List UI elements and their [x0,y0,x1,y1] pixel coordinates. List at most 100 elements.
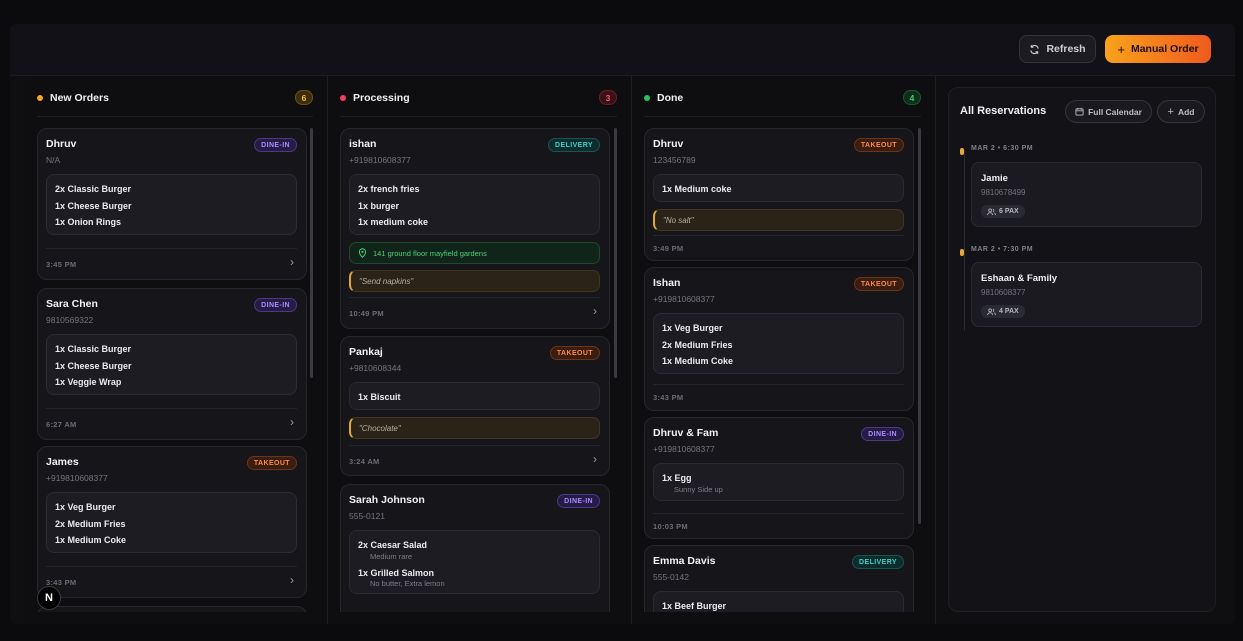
items-box: 1x Biscuit [349,382,600,410]
order-type-badge: DELIVERY [852,555,904,569]
order-list: Dhruv N/A DINE-IN 2x Classic Burger 1x C… [25,126,327,612]
reservations-panel: All Reservations Full Calendar + Add MAR… [948,87,1216,612]
app-window: Refresh + Manual Order New Orders 6 Dhru… [10,24,1235,624]
chevron-right-icon[interactable]: › [290,415,294,429]
order-time: 10:03 PM [653,522,688,531]
customer-name: Dhruv [653,138,684,150]
order-card[interactable]: ishan +919810608377 DELIVERY 2x french f… [340,128,610,329]
order-type-badge: DINE-IN [254,138,297,152]
add-reservation-button[interactable]: + Add [1157,100,1205,123]
refresh-label: Refresh [1046,43,1086,55]
customer-phone: +919810608377 [46,473,108,483]
item-note: Sunny Side up [674,484,723,494]
column-new-orders: New Orders 6 Dhruv N/A DINE-IN 2x Classi… [25,76,328,624]
reservation-time: MAR 2 • 6:30 PM [971,145,1034,152]
items-box: 2x Classic Burger 1x Cheese Burger 1x On… [46,174,297,235]
reservation-card[interactable]: Jamie 9810678499 6 PAX [971,162,1202,227]
order-note: "Send napkins" [349,270,600,292]
customer-phone: 555-0142 [653,572,689,582]
status-dot [37,95,43,101]
items-box: 2x french fries 1x burger 1x medium coke [349,174,600,235]
order-item: 2x Medium Fries [662,339,733,350]
manual-order-button[interactable]: + Manual Order [1105,35,1211,63]
status-dot [340,95,346,101]
items-box: 1x Veg Burger 2x Medium Fries 1x Medium … [46,492,297,553]
order-card[interactable]: Pankaj +9810608344 TAKEOUT 1x Biscuit "C… [340,336,610,476]
guest-phone: 9810608377 [981,288,1026,297]
order-time: 3:24 AM [349,457,380,466]
add-label: Add [1177,106,1195,117]
customer-phone: +919810608377 [653,444,715,454]
next-logo-icon[interactable]: N [37,586,61,610]
order-item: 1x burger [358,200,400,211]
reservation-card[interactable]: Eshaan & Family 9810608377 4 PAX [971,262,1202,327]
order-card[interactable]: Ishan +919810608377 TAKEOUT 1x Veg Burge… [644,267,914,411]
customer-phone: 9810569322 [46,315,94,325]
order-item: 2x Medium Fries [55,518,126,529]
guest-name: Eshaan & Family [981,273,1058,284]
column-header: Processing 3 [340,90,617,106]
customer-name: Pankaj [349,346,383,358]
party-size-badge: 6 PAX [981,205,1025,218]
timeline-line [964,150,965,330]
order-item: 1x Medium Coke [55,535,127,545]
reservations-title: All Reservations [960,105,1047,117]
order-type-badge: TAKEOUT [246,456,297,470]
order-type-badge: DINE-IN [861,427,904,441]
order-time: 3:45 PM [46,260,77,269]
column-header: Done 4 [644,90,921,106]
customer-phone: +919810608377 [349,155,411,165]
customer-name: Sara Chen [46,298,98,310]
reservation-time: MAR 2 • 7:30 PM [971,246,1034,253]
address-text: 141 ground floor mayfield gardens [373,248,487,258]
party-size-badge: 4 PAX [981,305,1025,318]
status-dot [644,95,650,101]
order-type-badge: TAKEOUT [549,346,600,360]
column-title: Done [657,92,684,104]
order-card[interactable]: Sara Chen 9810569322 DINE-IN 1x Classic … [37,288,307,440]
customer-name: James [46,456,79,468]
items-box: 1x Beef Burger [653,591,904,612]
guest-name: Jamie [981,173,1008,184]
refresh-button[interactable]: Refresh [1019,35,1096,63]
order-item: 1x Medium coke [662,184,732,194]
order-type-badge: DINE-IN [254,298,297,312]
people-icon [987,208,996,216]
order-item: 1x Classic Burger [55,344,132,354]
order-time: 3:43 PM [653,393,684,402]
column-header: New Orders 6 [37,90,313,106]
order-note: "Chocolate" [349,417,600,439]
order-card[interactable]: Sarah Johnson 555-0121 DINE-IN 2x Caesar… [340,484,610,612]
item-note: No butter, Extra lemon [370,579,445,588]
order-card[interactable]: Dhruv 123456789 TAKEOUT 1x Medium coke "… [644,128,914,261]
order-card[interactable] [37,606,307,612]
timeline-marker [960,249,964,256]
order-type-badge: TAKEOUT [853,138,904,152]
order-card[interactable]: Emma Davis 555-0142 DELIVERY 1x Beef Bur… [644,545,914,612]
order-card[interactable]: Dhruv N/A DINE-IN 2x Classic Burger 1x C… [37,128,307,280]
items-box: 1x Classic Burger 1x Cheese Burger 1x Ve… [46,334,297,395]
order-type-badge: TAKEOUT [853,277,904,291]
order-card[interactable]: Dhruv & Fam +919810608377 DINE-IN 1x Egg… [644,417,914,539]
chevron-right-icon[interactable]: › [290,573,294,587]
full-calendar-button[interactable]: Full Calendar [1065,100,1152,123]
chevron-right-icon[interactable]: › [593,304,597,318]
customer-phone: 555-0121 [349,511,385,521]
customer-phone: N/A [46,155,61,165]
order-time: 10:49 PM [349,309,384,318]
column-done: Done 4 Dhruv 123456789 TAKEOUT 1x Medium… [632,76,936,624]
order-time: 6:27 AM [46,420,77,429]
order-item: 2x Classic Burger [55,184,132,194]
items-box: 1x Medium coke [653,174,904,202]
plus-icon: + [1117,41,1125,57]
customer-phone: +9810608344 [349,363,402,373]
order-card[interactable]: James +919810608377 TAKEOUT 1x Veg Burge… [37,446,307,598]
full-calendar-label: Full Calendar [1088,106,1142,117]
people-icon [987,308,996,316]
items-box: 2x Caesar Salad Medium rare 1x Grilled S… [349,530,600,594]
chevron-right-icon[interactable]: › [290,255,294,269]
order-item: 2x french fries [358,184,420,194]
customer-name: Dhruv & Fam [653,427,719,439]
chevron-right-icon[interactable]: › [593,452,597,466]
column-processing: Processing 3 ishan +919810608377 DELIVER… [328,76,632,624]
